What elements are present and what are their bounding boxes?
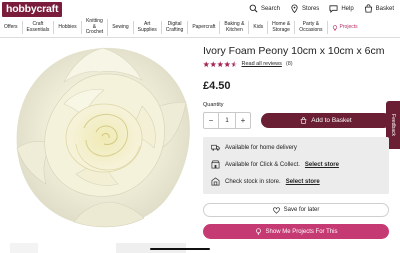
nav-item-party-occasions[interactable]: Party & Occasions: [295, 21, 328, 34]
nav-label: Papercraft: [192, 23, 216, 30]
star-full-icon: [224, 61, 231, 68]
quantity-stepper: − 1 +: [203, 112, 251, 129]
header-actions: Search Stores Help Basket: [249, 4, 394, 13]
chat-bubble-icon: [329, 5, 338, 13]
select-store-link[interactable]: Select store: [286, 179, 320, 185]
select-store-link[interactable]: Select store: [305, 162, 339, 168]
nav-label: Digital Crafting: [165, 21, 184, 33]
nav-label: Offers: [4, 23, 18, 30]
save-for-later-button[interactable]: Save for later: [203, 203, 389, 217]
nav-item-sewing[interactable]: Sewing: [108, 21, 134, 34]
nav-item-craft-essentials[interactable]: Craft Essentials: [23, 21, 55, 34]
home-delivery-text: Available for home delivery: [225, 144, 297, 151]
nav-label: Art Supplies: [137, 21, 157, 33]
nav-item-art-supplies[interactable]: Art Supplies: [134, 21, 162, 34]
quantity-label: Quantity: [203, 102, 224, 108]
nav-label: Baking & Kitchen: [224, 21, 245, 33]
heart-icon: [272, 206, 280, 214]
show-projects-label: Show Me Projects For This: [265, 228, 338, 235]
truck-icon: [211, 144, 220, 151]
decrease-quantity-button[interactable]: −: [204, 113, 219, 128]
nav-label: Home & Storage: [272, 21, 291, 33]
click-collect-row: Available for Click & Collect. Select st…: [211, 160, 339, 169]
nav-item-offers[interactable]: Offers: [0, 21, 23, 34]
nav-item-home-storage[interactable]: Home & Storage: [268, 21, 296, 34]
nav-item-papercraft[interactable]: Papercraft: [188, 21, 221, 34]
top-bar: hobbycraft Search Stores Help Basket: [0, 0, 400, 20]
basket-icon: [364, 4, 372, 13]
basket-label: Basket: [375, 5, 394, 12]
stock-check-row: Check stock in store. Select store: [211, 177, 320, 186]
read-reviews-link[interactable]: Read all reviews: [242, 61, 282, 67]
search-icon: [249, 4, 258, 13]
help-label: Help: [341, 5, 354, 12]
star-half-icon: [231, 61, 238, 68]
increase-quantity-button[interactable]: +: [235, 113, 250, 128]
basket-button[interactable]: Basket: [364, 4, 394, 13]
star-full-icon: [217, 61, 224, 68]
nav-item-projects[interactable]: Projects: [328, 21, 362, 34]
star-full-icon: [210, 61, 217, 68]
nav-label: Knitting & Crochet: [85, 18, 104, 36]
add-to-basket-label: Add to Basket: [311, 117, 352, 124]
quantity-input[interactable]: 1: [219, 113, 235, 128]
nav-label: Party & Occasions: [299, 21, 323, 33]
hobbycraft-logo[interactable]: hobbycraft: [2, 2, 63, 17]
search-button[interactable]: Search: [249, 4, 280, 13]
product-rating: Read all reviews (8): [203, 61, 293, 68]
nav-label: Sewing: [112, 23, 129, 30]
reviews-count: (8): [285, 61, 293, 68]
nav-item-knitting-crochet[interactable]: Knitting & Crochet: [82, 19, 109, 36]
nav-label: Projects: [339, 23, 358, 30]
star-rating: [203, 61, 238, 68]
product-price: £4.50: [203, 80, 231, 92]
bulb-icon: [255, 228, 261, 235]
store-collect-icon: [211, 160, 220, 169]
home-delivery-row: Available for home delivery: [211, 143, 297, 152]
basket-icon: [300, 117, 307, 124]
thumbnail-placeholder: [10, 243, 38, 253]
stock-check-text: Check stock in store.: [225, 178, 281, 185]
home-indicator: [150, 248, 210, 250]
search-label: Search: [260, 5, 280, 12]
nav-item-hobbies[interactable]: Hobbies: [54, 21, 82, 34]
stores-button[interactable]: Stores: [290, 4, 319, 13]
product-image-peony[interactable]: [14, 44, 192, 230]
product-title: Ivory Foam Peony 10cm x 10cm x 6cm: [203, 45, 385, 57]
nav-item-digital-crafting[interactable]: Digital Crafting: [162, 21, 189, 34]
location-pin-icon: [291, 4, 298, 13]
star-full-icon: [203, 61, 210, 68]
add-to-basket-button[interactable]: Add to Basket: [261, 113, 391, 128]
save-for-later-label: Save for later: [283, 207, 320, 213]
delivery-options: Available for home delivery Available fo…: [203, 137, 389, 194]
category-nav: Offers Craft Essentials Hobbies Knitting…: [0, 18, 400, 38]
stores-label: Stores: [301, 5, 320, 12]
nav-label: Kids: [253, 23, 264, 30]
nav-label: Craft Essentials: [26, 21, 50, 33]
bulb-icon: [332, 24, 337, 31]
nav-label: Hobbies: [58, 23, 77, 30]
show-projects-button[interactable]: Show Me Projects For This: [203, 224, 389, 239]
stock-store-icon: [211, 177, 220, 186]
nav-item-kids[interactable]: Kids: [249, 21, 269, 34]
feedback-label: Feedback: [390, 114, 396, 136]
nav-item-baking-kitchen[interactable]: Baking & Kitchen: [220, 21, 250, 34]
help-button[interactable]: Help: [329, 4, 354, 13]
click-collect-text: Available for Click & Collect.: [225, 161, 300, 168]
